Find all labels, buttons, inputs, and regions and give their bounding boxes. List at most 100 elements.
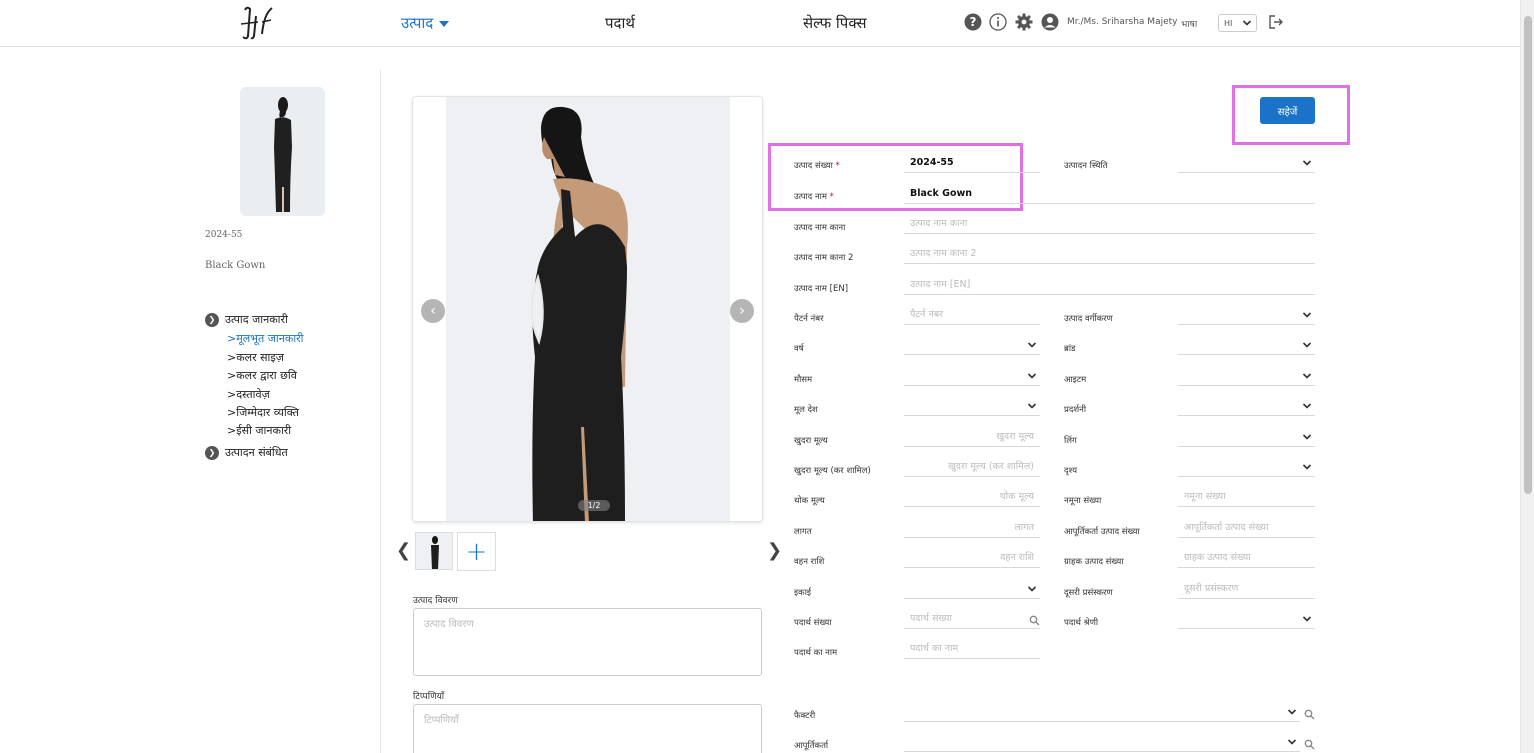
unit-select[interactable]	[904, 581, 1040, 599]
save-button[interactable]: सहेजें	[1260, 97, 1315, 124]
name-kana-label: उत्पाद नाम काना	[794, 223, 846, 233]
customer-product-number-input[interactable]: ग्राहक उत्पाद संख्या	[1178, 550, 1315, 568]
product-number-input[interactable]: 2024-55	[904, 155, 1040, 173]
nav-materials[interactable]: पदार्थ	[605, 13, 635, 33]
supplier-product-number-input[interactable]: आपूर्तिकर्ता उत्पाद संख्या	[1178, 520, 1315, 538]
chevron-down-icon	[1302, 403, 1312, 409]
sidebar-section-production[interactable]: ❯ उत्पादन संबंधित	[205, 445, 288, 460]
sidebar-item-color-size[interactable]: >कलर साइज़	[227, 350, 284, 365]
user-avatar-icon[interactable]	[1041, 13, 1059, 31]
carousel-next-button[interactable]: ›	[730, 299, 754, 323]
retail-price-tax-input[interactable]: खुदरा मूल्य (कर शामिल)	[904, 459, 1040, 477]
scene-select[interactable]	[1178, 459, 1315, 477]
factory-label: फैक्टरी	[794, 711, 816, 721]
sidebar-divider	[380, 70, 381, 753]
remarks-label: टिप्पणियाँ	[413, 692, 445, 702]
material-category-label: पदार्थ श्रेणी	[1064, 618, 1099, 628]
name-kana2-input[interactable]: उत्पाद नाम काना 2	[904, 246, 1315, 264]
scrollbar-thumb[interactable]	[1524, 16, 1532, 494]
sidebar-item-image-by-color[interactable]: >कलर द्वारा छवि	[227, 368, 297, 383]
dress-photo	[413, 97, 762, 521]
chevron-down-icon	[1287, 739, 1297, 745]
pattern-number-input[interactable]: पैटर्न नंबर	[904, 307, 1040, 325]
chevron-down-icon	[1302, 342, 1312, 348]
brand-label: ब्रांड	[1064, 344, 1076, 354]
factory-select[interactable]	[904, 704, 1300, 722]
brand-select[interactable]	[1178, 337, 1315, 355]
thumbnail-image[interactable]	[415, 532, 453, 570]
logout-icon[interactable]	[1267, 13, 1285, 31]
chevron-down-icon	[1302, 312, 1312, 318]
item-select[interactable]	[1178, 368, 1315, 386]
retail-price-tax-label: खुदरा मूल्य (कर शामिल)	[794, 466, 871, 476]
brand-logo[interactable]	[238, 4, 278, 42]
search-icon[interactable]	[1304, 709, 1315, 720]
language-select[interactable]: HI	[1218, 14, 1257, 32]
sample-number-input[interactable]: नमूना संख्या	[1178, 489, 1315, 507]
production-status-select[interactable]	[1178, 155, 1315, 173]
carrying-amount-input[interactable]: वहन राशि	[904, 550, 1040, 568]
dress-image-small	[240, 87, 325, 216]
remarks-textarea[interactable]: टिप्पणियाँ	[413, 704, 762, 753]
language-label: भाषा	[1181, 20, 1198, 30]
thumbnails-next-icon[interactable]: ❯	[767, 540, 782, 561]
name-en-label: उत्पाद नाम [EN]	[794, 284, 849, 294]
material-number-input[interactable]: पदार्थ संख्या	[904, 611, 1040, 629]
required-asterisk: *	[835, 161, 840, 171]
add-image-button[interactable]: +	[457, 532, 496, 571]
nav-shelf-picks[interactable]: सेल्फ पिक्स	[803, 13, 867, 33]
material-name-input[interactable]: पदार्थ का नाम	[904, 641, 1040, 659]
label-text: उत्पाद नाम	[794, 192, 827, 202]
sidebar-item-basic-info[interactable]: >मूलभूत जानकारी	[227, 331, 304, 346]
origin-country-select[interactable]	[904, 398, 1040, 416]
user-name: Mr./Ms. Sriharsha Majety	[1067, 17, 1178, 27]
sidebar-item-ec-info[interactable]: >ईसी जानकारी	[227, 423, 291, 438]
sidebar-item-documents[interactable]: >दस्तावेज़	[227, 387, 270, 402]
info-icon[interactable]	[989, 13, 1007, 31]
retail-price-label: खुदरा मूल्य	[794, 436, 828, 446]
exhibition-select[interactable]	[1178, 398, 1315, 416]
classification-select[interactable]	[1178, 307, 1315, 325]
sidebar-section-label: उत्पाद जानकारी	[225, 313, 288, 326]
supplier-select[interactable]	[904, 734, 1300, 752]
thumbnails-prev-icon[interactable]: ❮	[396, 540, 411, 561]
material-category-select[interactable]	[1178, 611, 1315, 629]
vertical-scrollbar[interactable]	[1520, 0, 1534, 753]
svg-text:?: ?	[970, 15, 977, 29]
wholesale-price-input[interactable]: थोक मूल्य	[904, 489, 1040, 507]
item-label: आइटम	[1064, 375, 1087, 385]
year-select[interactable]	[904, 337, 1040, 355]
second-processing-input[interactable]: दूसरी प्रसंस्करण	[1178, 581, 1315, 599]
season-select[interactable]	[904, 368, 1040, 386]
cost-input[interactable]: लागत	[904, 520, 1040, 538]
chevron-down-icon	[1242, 20, 1252, 26]
customer-product-number-label: ग्राहक उत्पाद संख्या	[1064, 557, 1124, 567]
retail-price-input[interactable]: खुदरा मूल्य	[904, 429, 1040, 447]
product-image-carousel[interactable]	[412, 96, 763, 522]
product-number-label: उत्पाद संख्या *	[794, 160, 840, 171]
sidebar-item-responsible-person[interactable]: >जिम्मेदार व्यक्ति	[227, 405, 299, 420]
material-number-label: पदार्थ संख्या	[794, 618, 832, 628]
supplier-product-number-label: आपूर्तिकर्ता उत्पाद संख्या	[1064, 527, 1140, 537]
settings-gear-icon[interactable]	[1015, 13, 1033, 31]
nav-products[interactable]: उत्पाद	[401, 13, 450, 33]
sample-number-label: नमूना संख्या	[1064, 496, 1102, 506]
search-icon[interactable]	[1029, 615, 1040, 626]
gender-select[interactable]	[1178, 429, 1315, 447]
sidebar-product-code: 2024-55	[205, 230, 243, 240]
scene-label: दृश्य	[1064, 466, 1078, 476]
chevron-right-circle-icon: ❯	[205, 445, 219, 460]
carousel-prev-button[interactable]: ‹	[421, 299, 445, 323]
required-asterisk: *	[829, 192, 834, 202]
material-name-label: पदार्थ का नाम	[794, 648, 838, 658]
product-name-input[interactable]: Black Gown	[904, 186, 1315, 204]
name-kana-input[interactable]: उत्पाद नाम काना	[904, 216, 1315, 234]
search-icon[interactable]	[1304, 739, 1315, 750]
name-en-input[interactable]: उत्पाद नाम [EN]	[904, 277, 1315, 295]
description-textarea[interactable]: उत्पाद विवरण	[413, 608, 762, 676]
chevron-down-icon	[1302, 373, 1312, 379]
help-icon[interactable]: ?	[964, 13, 982, 31]
chevron-down-icon	[1302, 464, 1312, 470]
sidebar-section-product-info[interactable]: ❯ उत्पाद जानकारी	[205, 312, 288, 327]
origin-country-label: मूल देश	[794, 405, 818, 415]
